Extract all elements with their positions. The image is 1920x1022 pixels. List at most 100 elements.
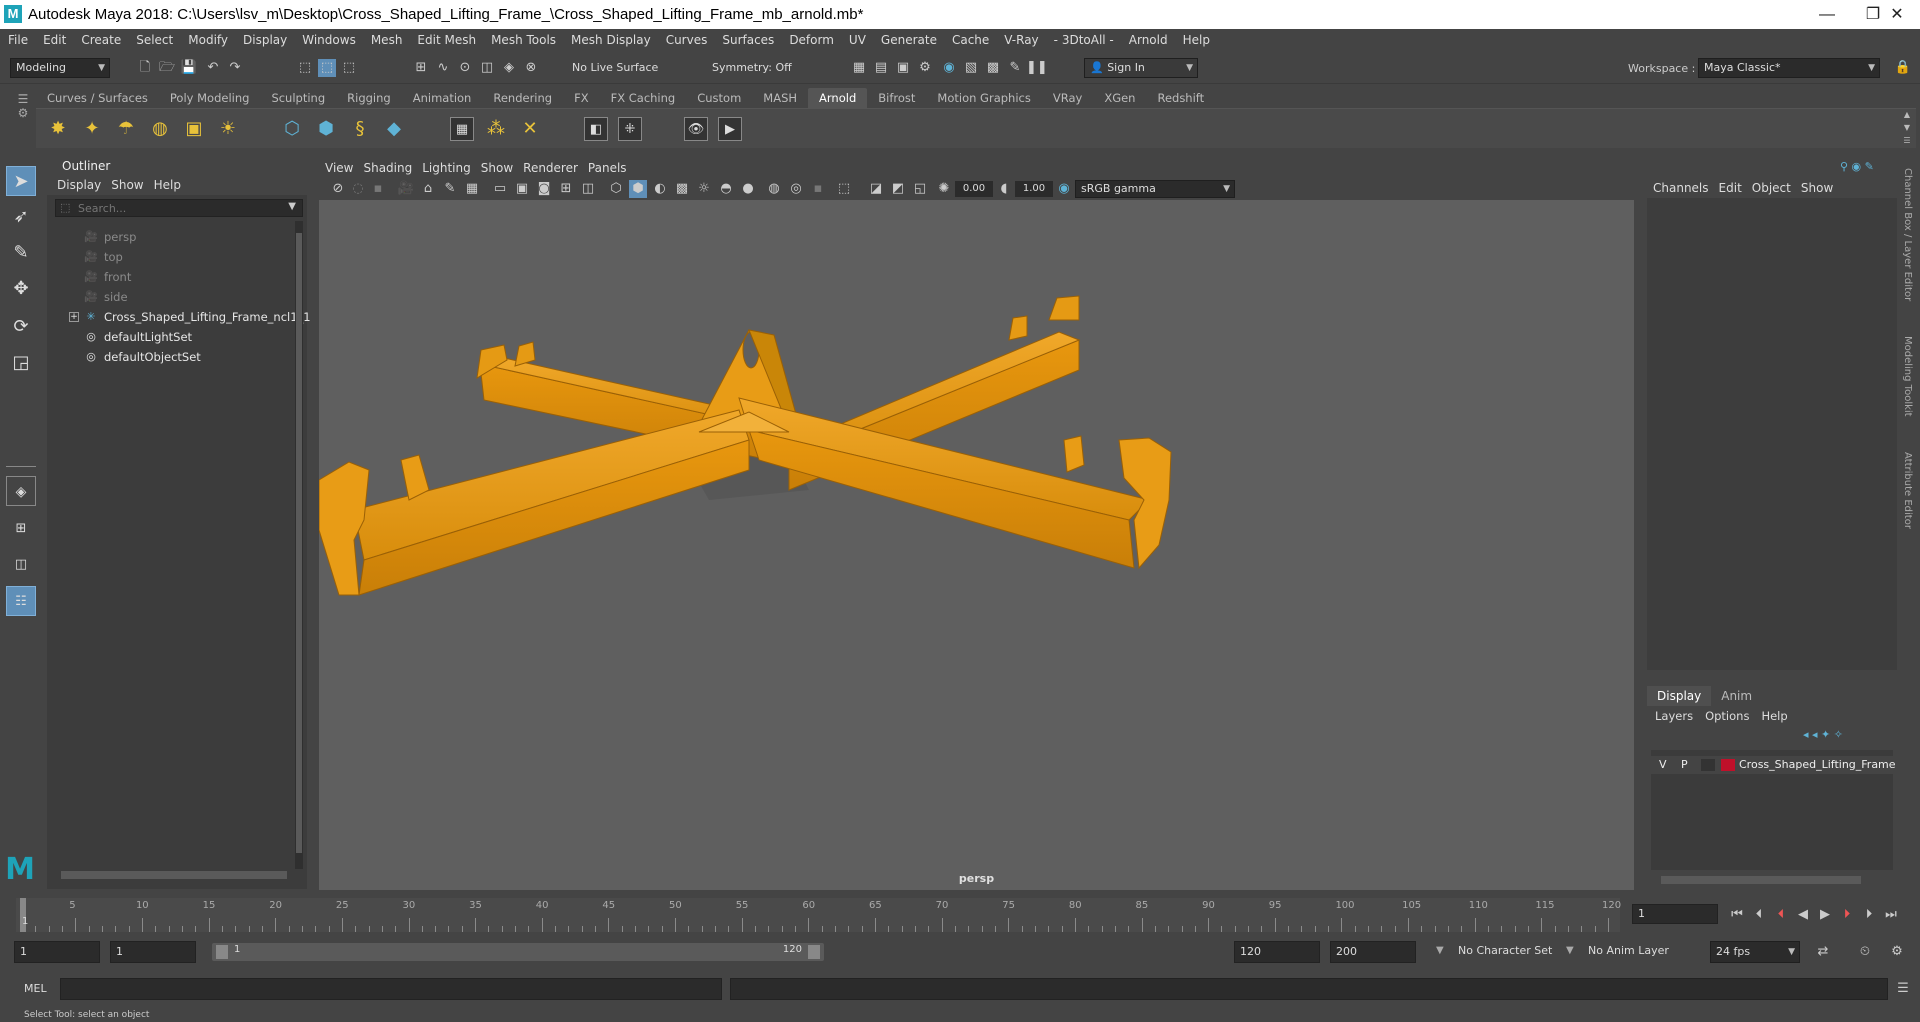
backface-culling-icon[interactable]: ◱ — [911, 180, 929, 198]
outliner-item-top[interactable]: 🎥 top — [47, 247, 287, 267]
play-forwards-icon[interactable]: ▶ — [1816, 906, 1834, 924]
layer-display-type[interactable] — [1701, 759, 1715, 771]
scale-tool-icon[interactable]: ◲ — [6, 348, 36, 378]
camera-attributes-icon[interactable]: ◌ — [349, 180, 367, 198]
shelf-tab-xgen[interactable]: XGen — [1093, 88, 1146, 108]
mode-dropdown[interactable]: Modeling ▼ — [10, 58, 110, 78]
outliner-layout-icon[interactable]: ☷ — [6, 586, 36, 616]
volume-icon[interactable]: ◆ — [382, 117, 406, 141]
vray-render-icon[interactable]: ✎ — [1006, 59, 1024, 77]
grid-icon[interactable]: ▦ — [463, 180, 481, 198]
lock-icon[interactable]: 🔒 — [1894, 59, 1912, 77]
viewport-menu-lighting[interactable]: Lighting — [416, 158, 475, 175]
isolate-select-icon[interactable]: ⬚ — [835, 180, 853, 198]
ipr-render-icon[interactable]: ▣ — [894, 59, 912, 77]
colorspace-dropdown[interactable]: sRGB gamma ▼ — [1075, 180, 1235, 198]
pause-icon[interactable]: ❚❚ — [1026, 59, 1048, 77]
use-all-lights-icon[interactable]: ☼ — [695, 180, 713, 198]
four-view-layout-icon[interactable]: ⊞ — [6, 514, 36, 544]
menu-curves[interactable]: Curves — [658, 29, 715, 47]
render-frame-icon[interactable]: ▦ — [850, 59, 868, 77]
outliner-item-default-object-set[interactable]: ◎ defaultObjectSet — [47, 347, 287, 367]
minimize-icon[interactable]: — — [1804, 2, 1850, 28]
layer-menu-layers[interactable]: Layers — [1647, 706, 1697, 723]
anim-preferences-icon[interactable]: ⚙ — [1888, 943, 1906, 961]
search-filter-icon[interactable]: ⬚ — [60, 201, 70, 214]
menu-edit-mesh[interactable]: Edit Mesh — [409, 29, 483, 47]
menu-mesh-tools[interactable]: Mesh Tools — [483, 29, 563, 47]
arnold-renderview-icon[interactable]: 👁 — [684, 117, 708, 141]
play-backwards-icon[interactable]: ◀ — [1794, 906, 1812, 924]
shelf-tab-arnold[interactable]: Arnold — [808, 88, 868, 108]
viewport-menu-panels[interactable]: Panels — [582, 158, 631, 175]
channel-box-menu-show[interactable]: Show — [1795, 176, 1837, 195]
viewport-menu-show[interactable]: Show — [475, 158, 517, 175]
viewport-persp[interactable]: persp — [319, 200, 1634, 890]
menu-mesh-display[interactable]: Mesh Display — [563, 29, 658, 47]
range-slider[interactable]: 1 120 — [212, 943, 824, 961]
shelf-tab-rendering[interactable]: Rendering — [482, 88, 563, 108]
step-forward-icon[interactable]: ⏵ — [1860, 906, 1878, 924]
wireframe-on-shaded-icon[interactable]: ◐ — [651, 180, 669, 198]
hypershade-icon[interactable]: ◉ — [940, 59, 958, 77]
outliner-item-cross-shaped-lifting-frame[interactable]: + ✳ Cross_Shaped_Lifting_Frame_ncl1_1 — [47, 307, 311, 327]
select-tool-icon[interactable]: ➤ — [6, 166, 36, 196]
single-perspective-layout-icon[interactable]: ◈ — [6, 476, 36, 506]
shelf-tab-sculpting[interactable]: Sculpting — [260, 88, 336, 108]
tab-display[interactable]: Display — [1647, 686, 1712, 706]
paint-select-tool-icon[interactable]: ✎ — [6, 238, 36, 268]
auto-key-icon[interactable]: ⏲ — [1856, 943, 1874, 961]
live-surface-dropdown[interactable]: No Live Surface — [566, 58, 676, 78]
channel-box-layer-editor-tab[interactable]: Channel Box / Layer Editor — [1902, 168, 1913, 301]
menu-arnold[interactable]: Arnold — [1121, 29, 1175, 47]
depth-of-field-icon[interactable]: ▪ — [809, 180, 827, 198]
render-flat-icon[interactable]: ▦ — [450, 117, 474, 141]
shelf-tab-curves-surfaces[interactable]: Curves / Surfaces — [36, 88, 159, 108]
outliner-menu-help[interactable]: Help — [144, 175, 181, 192]
character-set-dropdown[interactable]: No Character Set — [1458, 944, 1552, 957]
select-hierarchy-icon[interactable]: ⬚ — [296, 59, 314, 77]
curve-collector-icon[interactable]: § — [348, 117, 372, 141]
layer-menu-help[interactable]: Help — [1753, 706, 1791, 723]
bookmarks-icon[interactable]: ▪ — [369, 180, 387, 198]
resolution-gate-icon[interactable]: ▣ — [513, 180, 531, 198]
snap-vertex-icon[interactable]: ⊗ — [522, 59, 540, 77]
film-gate-icon[interactable]: ▭ — [491, 180, 509, 198]
undo-icon[interactable]: ↶ — [204, 59, 222, 77]
step-forward-key-icon[interactable]: ⏵ — [1838, 906, 1856, 924]
shelf-tab-mash[interactable]: MASH — [752, 88, 808, 108]
two-view-layout-icon[interactable]: ◫ — [6, 550, 36, 580]
current-frame-field[interactable]: 1 — [1632, 904, 1718, 924]
smooth-shade-icon[interactable]: ⬢ — [629, 180, 647, 198]
shelf-tab-custom[interactable]: Custom — [686, 88, 752, 108]
layer-row[interactable]: V P Cross_Shaped_Lifting_Frame — [1651, 756, 1896, 774]
flush-skydome-icon[interactable]: ✕ — [518, 117, 542, 141]
render-sequence-icon[interactable]: ▤ — [872, 59, 890, 77]
tx-manager-icon[interactable]: ◧ — [584, 117, 608, 141]
sign-in-button[interactable]: 👤 Sign In ▼ — [1084, 58, 1198, 78]
viewport-menu-renderer[interactable]: Renderer — [517, 158, 582, 175]
chevron-down-icon[interactable]: ▼ — [288, 201, 296, 212]
symmetry-dropdown[interactable]: Symmetry: Off — [706, 58, 806, 78]
shelf-tab-fx[interactable]: FX — [563, 88, 600, 108]
wireframe-icon[interactable]: ⬡ — [607, 180, 625, 198]
viewport-menu-view[interactable]: View — [319, 158, 357, 175]
shelf-tab-motion-graphics[interactable]: Motion Graphics — [926, 88, 1041, 108]
outliner-vertical-scrollbar[interactable] — [295, 221, 303, 869]
shelf-scroll-icon[interactable]: ▲ ▼ ☰ — [1900, 108, 1914, 148]
outliner-item-front[interactable]: 🎥 front — [47, 267, 287, 287]
shelf-tab-fx-caching[interactable]: FX Caching — [600, 88, 687, 108]
license-manager-icon[interactable]: ⁜ — [618, 117, 642, 141]
safe-action-icon[interactable]: ◫ — [579, 180, 597, 198]
motion-blur-icon[interactable]: ◍ — [765, 180, 783, 198]
move-tool-icon[interactable]: ✥ — [6, 274, 36, 304]
anim-layer-dropdown[interactable]: No Anim Layer — [1588, 944, 1669, 957]
layer-playback-toggle[interactable]: P — [1681, 756, 1688, 774]
shelf-options-icon[interactable]: ☰ ⚙ — [14, 92, 32, 146]
panel-toggle-icons[interactable]: ⚲ ◉ ✎ — [1840, 160, 1896, 174]
standin-icon[interactable]: ⬡ — [280, 117, 304, 141]
shelf-tab-poly-modeling[interactable]: Poly Modeling — [159, 88, 261, 108]
lasso-tool-icon[interactable]: ➶ — [6, 202, 36, 232]
shadows-icon[interactable]: ◓ — [717, 180, 735, 198]
open-scene-icon[interactable]: 🗁 — [158, 59, 176, 77]
